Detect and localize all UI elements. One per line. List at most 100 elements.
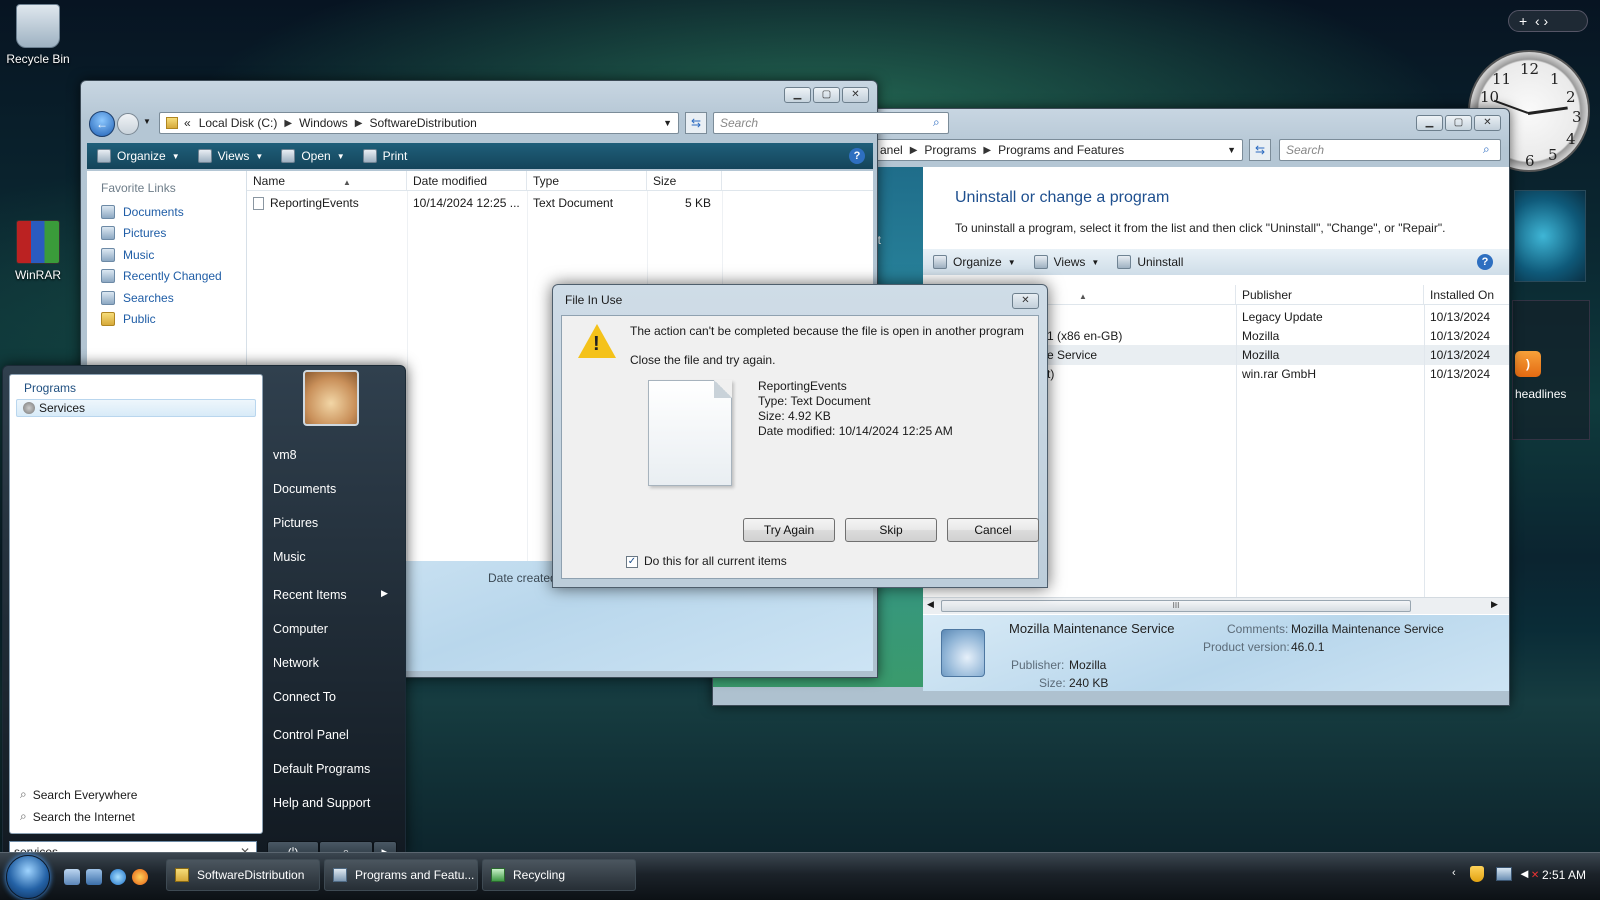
start-item-connect-to[interactable]: Connect To xyxy=(273,690,336,704)
nav-item-documents[interactable]: Documents xyxy=(87,201,246,223)
nav-item-music[interactable]: Music xyxy=(87,244,246,266)
column-header-size[interactable]: Size xyxy=(647,171,722,190)
taskbar-button-softwaredistribution[interactable]: SoftwareDistribution xyxy=(166,859,320,891)
chevron-down-icon[interactable]: ▼ xyxy=(1227,145,1236,155)
open-button[interactable]: Open ▼ xyxy=(281,149,345,163)
breadcrumb-item[interactable]: anel xyxy=(880,143,903,157)
print-button[interactable]: Print xyxy=(362,149,407,163)
start-result-services[interactable]: Services xyxy=(16,399,256,417)
refresh-icon[interactable]: ⇆ xyxy=(685,112,707,134)
breadcrumb-item[interactable]: Programs and Features xyxy=(998,143,1124,157)
minimize-button[interactable]: ▁ xyxy=(784,87,811,103)
winrar-desktop-icon[interactable]: WinRAR xyxy=(0,220,76,282)
search-input[interactable]: Search xyxy=(1279,139,1501,161)
recycle-bin-desktop-icon[interactable]: Recycle Bin xyxy=(0,4,76,66)
show-desktop-icon[interactable] xyxy=(64,869,80,885)
breadcrumb-item[interactable]: Programs xyxy=(924,143,976,157)
sidebar-controls[interactable]: + ‹ › xyxy=(1508,10,1588,32)
recycle-bin-label: Recycle Bin xyxy=(6,52,70,66)
scroll-thumb[interactable]: III xyxy=(941,600,1411,612)
breadcrumb-item[interactable]: SoftwareDistribution xyxy=(369,116,476,130)
switch-windows-icon[interactable] xyxy=(86,869,102,885)
start-menu[interactable]: Programs Services ⌕ Search Everywhere ⌕ Se… xyxy=(2,365,406,863)
firefox-icon[interactable] xyxy=(132,869,148,885)
organize-button[interactable]: Organize ▼ xyxy=(97,149,180,163)
views-button[interactable]: Views ▼ xyxy=(1033,255,1099,269)
nav-item-pictures[interactable]: Pictures xyxy=(87,223,246,245)
scroll-right-arrow[interactable]: ▶ xyxy=(1491,599,1498,610)
views-button[interactable]: Views ▼ xyxy=(197,149,263,163)
start-item-computer[interactable]: Computer xyxy=(273,622,328,636)
feed-gadget[interactable]: ) headlines xyxy=(1512,300,1590,440)
internet-explorer-icon[interactable] xyxy=(110,869,126,885)
search-icon[interactable]: ⌕ xyxy=(1483,142,1490,157)
help-icon[interactable]: ? xyxy=(1477,254,1493,270)
start-item-music[interactable]: Music xyxy=(273,550,306,564)
clock-number: 1 xyxy=(1550,70,1560,88)
back-button[interactable]: ← xyxy=(89,111,115,137)
skip-button[interactable]: Skip xyxy=(845,518,937,542)
column-header-publisher[interactable]: Publisher xyxy=(1236,285,1424,304)
chevron-down-icon[interactable]: ▼ xyxy=(143,117,151,126)
user-picture[interactable] xyxy=(303,370,359,426)
apply-to-all-label[interactable]: Do this for all current items xyxy=(644,554,787,568)
start-item-help-and-support[interactable]: Help and Support xyxy=(273,796,370,810)
start-item-documents[interactable]: Documents xyxy=(273,482,336,496)
close-button[interactable]: ✕ xyxy=(842,87,869,103)
search-icon[interactable]: ⌕ xyxy=(933,115,940,130)
apply-to-all-checkbox[interactable]: ✓ xyxy=(626,556,638,568)
file-column-headers: Name ▲ Date modified Type Size xyxy=(247,171,873,191)
taskbar-button-programs-and-features[interactable]: Programs and Featu... xyxy=(324,859,478,891)
network-icon[interactable] xyxy=(1496,867,1512,881)
clock-time[interactable]: 2:51 AM xyxy=(1542,868,1586,882)
start-item-default-programs[interactable]: Default Programs xyxy=(273,762,370,776)
column-header-name[interactable]: Name ▲ xyxy=(247,171,407,190)
horizontal-scrollbar[interactable]: ◀ III ▶ xyxy=(923,597,1509,614)
search-internet-link[interactable]: ⌕ Search the Internet xyxy=(20,809,135,824)
start-item-network[interactable]: Network xyxy=(273,656,319,670)
try-again-button[interactable]: Try Again xyxy=(743,518,835,542)
volume-muted-icon[interactable]: ◄✕ xyxy=(1518,866,1539,881)
chevron-down-icon[interactable]: ▼ xyxy=(663,118,672,128)
scroll-left-arrow[interactable]: ◀ xyxy=(927,599,934,610)
address-bar[interactable]: « Local Disk (C:) ▶ Windows ▶ SoftwareDist… xyxy=(159,112,679,134)
nav-item-searches[interactable]: Searches xyxy=(87,287,246,309)
nav-item-public[interactable]: Public xyxy=(87,309,246,331)
start-button[interactable] xyxy=(6,855,50,899)
search-input[interactable]: Search xyxy=(713,112,949,134)
maximize-button[interactable]: ▢ xyxy=(1445,115,1472,131)
organize-button[interactable]: Organize ▼ xyxy=(933,255,1016,269)
uninstall-icon xyxy=(1117,255,1132,269)
start-item-control-panel[interactable]: Control Panel xyxy=(273,728,349,742)
search-everywhere-link[interactable]: ⌕ Search Everywhere xyxy=(20,787,137,802)
maximize-button[interactable]: ▢ xyxy=(813,87,840,103)
column-header-installed-on[interactable]: Installed On xyxy=(1424,285,1509,304)
uninstall-button[interactable]: Uninstall xyxy=(1117,255,1183,269)
dialog-title: File In Use xyxy=(565,293,623,307)
cancel-button[interactable]: Cancel xyxy=(947,518,1039,542)
table-row[interactable]: ReportingEvents 10/14/2024 12:25 ... Tex… xyxy=(247,193,723,213)
forward-button[interactable] xyxy=(117,113,139,135)
column-header-type[interactable]: Type xyxy=(527,171,647,190)
security-shield-icon[interactable] xyxy=(1470,866,1484,882)
start-item-user[interactable]: vm8 xyxy=(273,448,297,462)
file-in-use-dialog[interactable]: File In Use ✕ ! The action can't be comp… xyxy=(552,284,1048,588)
clock-number: 3 xyxy=(1572,108,1582,126)
breadcrumb-item[interactable]: Windows xyxy=(299,116,348,130)
start-item-recent-items[interactable]: Recent Items xyxy=(273,588,347,602)
column-header-date-modified[interactable]: Date modified xyxy=(407,171,527,190)
folder-icon xyxy=(166,117,178,129)
start-item-pictures[interactable]: Pictures xyxy=(273,516,318,530)
tray-expand-icon[interactable]: ‹ xyxy=(1452,867,1456,879)
close-button[interactable]: ✕ xyxy=(1474,115,1501,131)
close-button[interactable]: ✕ xyxy=(1012,293,1039,309)
slideshow-gadget[interactable] xyxy=(1514,190,1586,282)
breadcrumb-item[interactable]: Local Disk (C:) xyxy=(199,116,278,130)
help-icon[interactable]: ? xyxy=(849,148,865,164)
taskbar-button-recycling[interactable]: Recycling xyxy=(482,859,636,891)
minimize-button[interactable]: ▁ xyxy=(1416,115,1443,131)
refresh-icon[interactable]: ⇆ xyxy=(1249,139,1271,161)
address-bar[interactable]: anel ▶ Programs ▶ Programs and Features ▼ xyxy=(873,139,1243,161)
nav-item-recently-changed[interactable]: Recently Changed xyxy=(87,266,246,288)
breadcrumb-item[interactable]: « xyxy=(184,116,191,130)
